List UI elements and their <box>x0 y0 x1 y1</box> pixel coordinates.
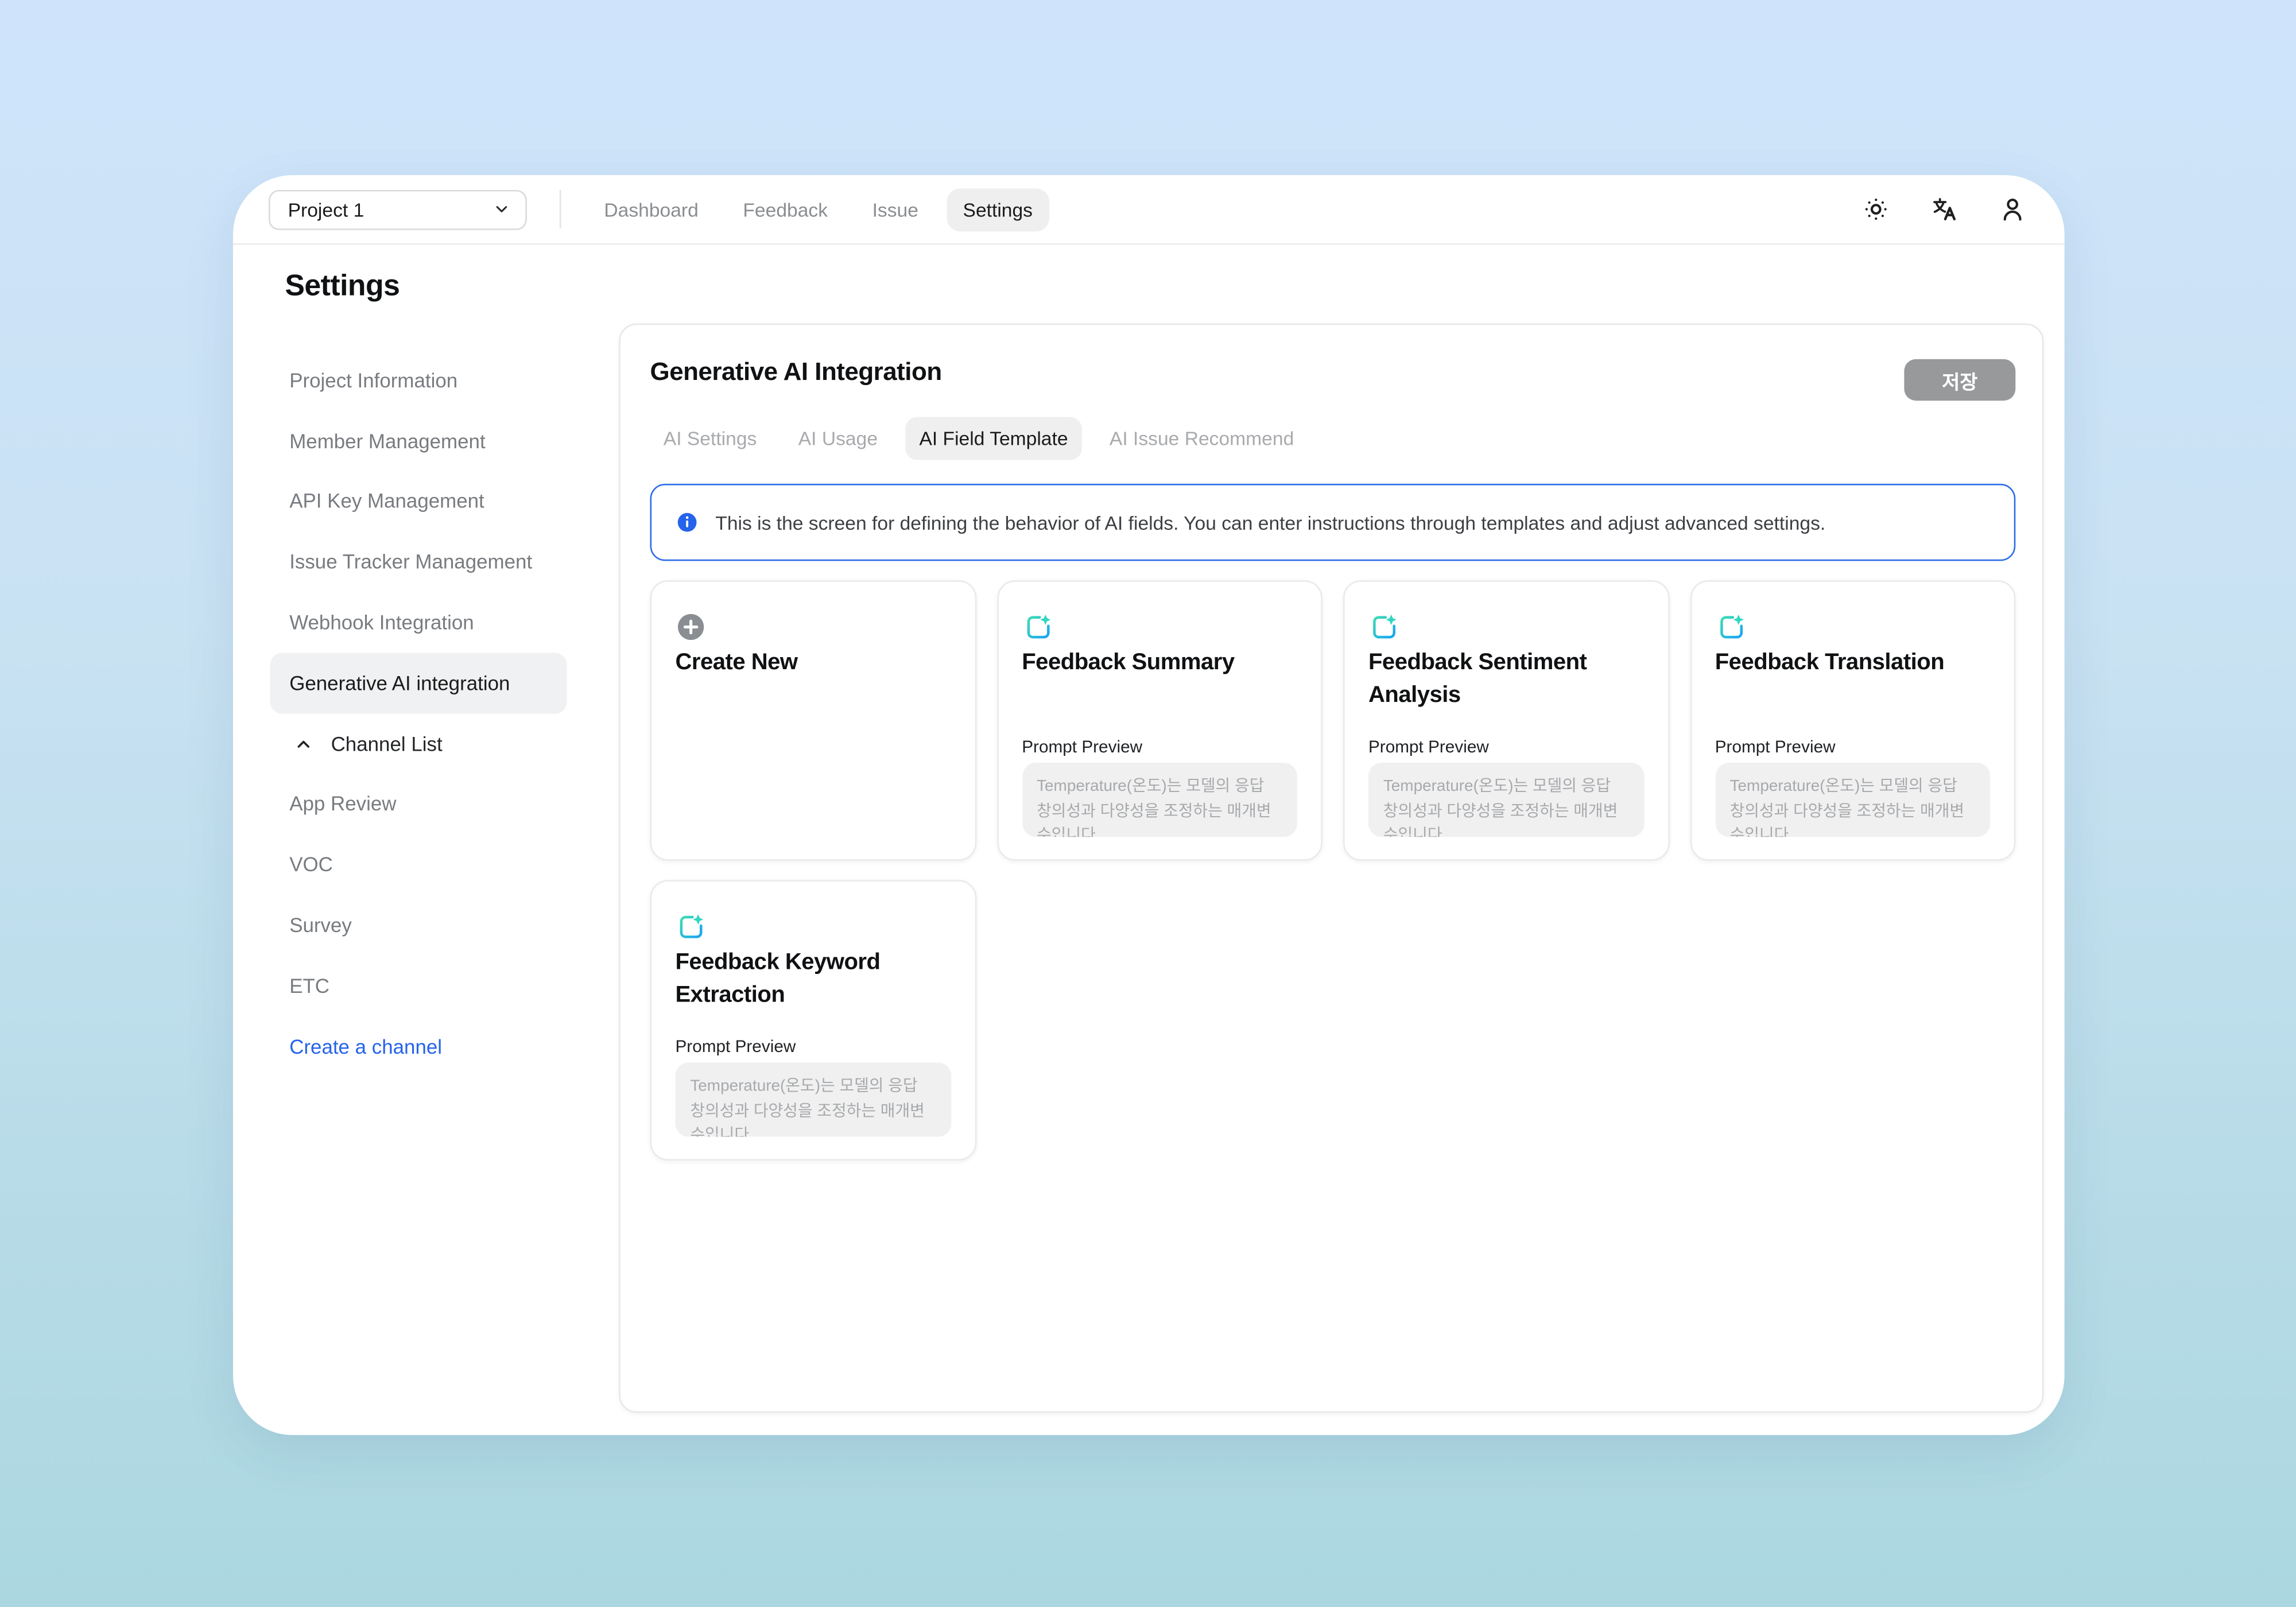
settings-sidebar: Project Information Member Management AP… <box>289 350 586 1077</box>
info-banner: This is the screen for defining the beha… <box>650 484 2016 561</box>
page-title: Settings <box>285 270 400 304</box>
panel-tabs: AI Settings AI Usage AI Field Template A… <box>650 417 1308 460</box>
sidebar-item-member-management[interactable]: Member Management <box>289 411 586 471</box>
card-title: Feedback Translation <box>1715 647 1996 679</box>
chevron-down-icon <box>492 200 510 218</box>
card-title: Create New <box>675 647 956 679</box>
info-icon <box>675 510 699 534</box>
project-selector-value: Project 1 <box>288 198 364 220</box>
sidebar-item-issue-tracker-management[interactable]: Issue Tracker Management <box>289 532 586 592</box>
template-card-grid: Create New Feedback Summary Prompt Previ… <box>650 580 2016 1160</box>
nav-item-issue[interactable]: Issue <box>856 188 934 231</box>
panel-title: Generative AI Integration <box>650 358 942 387</box>
info-banner-text: This is the screen for defining the beha… <box>715 511 1825 534</box>
project-selector[interactable]: Project 1 <box>269 189 527 230</box>
account-icon[interactable] <box>1996 193 2029 226</box>
top-bar-actions <box>1860 193 2029 226</box>
sidebar-item-project-information[interactable]: Project Information <box>289 350 586 410</box>
tab-ai-settings[interactable]: AI Settings <box>650 417 770 460</box>
save-button[interactable]: 저장 <box>1904 359 2015 401</box>
tab-ai-issue-recommend[interactable]: AI Issue Recommend <box>1096 417 1308 460</box>
prompt-preview-box: Temperature(온도)는 모델의 응답 창의성과 다양성을 조정하는 매… <box>1022 763 1297 837</box>
sidebar-item-webhook-integration[interactable]: Webhook Integration <box>289 592 586 653</box>
prompt-preview-text: Temperature(온도)는 모델의 응답 창의성과 다양성을 조정하는 매… <box>1037 775 1282 837</box>
theme-toggle-sun-icon[interactable] <box>1860 193 1892 226</box>
prompt-preview-box: Temperature(온도)는 모델의 응답 창의성과 다양성을 조정하는 매… <box>1368 763 1644 837</box>
create-channel-link[interactable]: Create a channel <box>289 1016 586 1077</box>
prompt-preview-box: Temperature(온도)는 모델의 응답 창의성과 다양성을 조정하는 매… <box>675 1062 951 1136</box>
plus-circle-icon <box>675 611 706 642</box>
nav-item-settings[interactable]: Settings <box>947 188 1049 231</box>
sidebar-item-app-review[interactable]: App Review <box>289 774 586 834</box>
sidebar-item-survey[interactable]: Survey <box>289 895 586 956</box>
card-title: Feedback Keyword Extraction <box>675 947 956 1011</box>
sidebar-item-generative-ai-integration[interactable]: Generative AI integration <box>270 653 567 713</box>
prompt-preview-text: Temperature(온도)는 모델의 응답 창의성과 다양성을 조정하는 매… <box>690 1074 936 1137</box>
prompt-preview-label: Prompt Preview <box>1715 739 1836 757</box>
prompt-preview-label: Prompt Preview <box>675 1039 796 1057</box>
prompt-preview-text: Temperature(온도)는 모델의 응답 창의성과 다양성을 조정하는 매… <box>1730 775 1976 837</box>
divider <box>560 190 561 228</box>
sidebar-section-label: Channel List <box>331 732 443 755</box>
app-window: Project 1 Dashboard Feedback Issue Setti… <box>233 175 2065 1435</box>
ai-template-icon <box>1715 611 1746 642</box>
prompt-preview-label: Prompt Preview <box>1368 739 1489 757</box>
nav-item-feedback[interactable]: Feedback <box>727 188 844 231</box>
card-title: Feedback Summary <box>1022 647 1303 679</box>
ai-template-icon <box>1368 611 1399 642</box>
nav-item-dashboard[interactable]: Dashboard <box>588 188 715 231</box>
tab-ai-field-template[interactable]: AI Field Template <box>906 417 1081 460</box>
chevron-up-icon <box>294 734 313 754</box>
template-card-feedback-summary[interactable]: Feedback Summary Prompt Preview Temperat… <box>996 580 1322 861</box>
top-bar: Project 1 Dashboard Feedback Issue Setti… <box>233 175 2065 245</box>
prompt-preview-text: Temperature(온도)는 모델의 응답 창의성과 다양성을 조정하는 매… <box>1383 775 1629 837</box>
sidebar-item-etc[interactable]: ETC <box>289 956 586 1016</box>
prompt-preview-label: Prompt Preview <box>1022 739 1142 757</box>
template-card-feedback-translation[interactable]: Feedback Translation Prompt Preview Temp… <box>1690 580 2016 861</box>
ai-template-icon <box>675 911 706 942</box>
create-new-card[interactable]: Create New <box>650 580 976 861</box>
generative-ai-panel: Generative AI Integration 저장 AI Settings… <box>619 324 2043 1413</box>
card-title: Feedback Sentiment Analysis <box>1368 647 1650 711</box>
ai-template-icon <box>1022 611 1053 642</box>
page-background: Project 1 Dashboard Feedback Issue Setti… <box>0 0 2296 1607</box>
tab-ai-usage[interactable]: AI Usage <box>785 417 891 460</box>
template-card-feedback-keyword-extraction[interactable]: Feedback Keyword Extraction Prompt Previ… <box>650 880 976 1160</box>
template-card-feedback-sentiment-analysis[interactable]: Feedback Sentiment Analysis Prompt Previ… <box>1343 580 1669 861</box>
main-nav: Dashboard Feedback Issue Settings <box>588 188 1049 231</box>
sidebar-item-api-key-management[interactable]: API Key Management <box>289 471 586 531</box>
translate-icon[interactable] <box>1928 193 1961 226</box>
sidebar-item-voc[interactable]: VOC <box>289 834 586 895</box>
sidebar-section-channel-list[interactable]: Channel List <box>289 713 586 774</box>
prompt-preview-box: Temperature(온도)는 모델의 응답 창의성과 다양성을 조정하는 매… <box>1715 763 1991 837</box>
